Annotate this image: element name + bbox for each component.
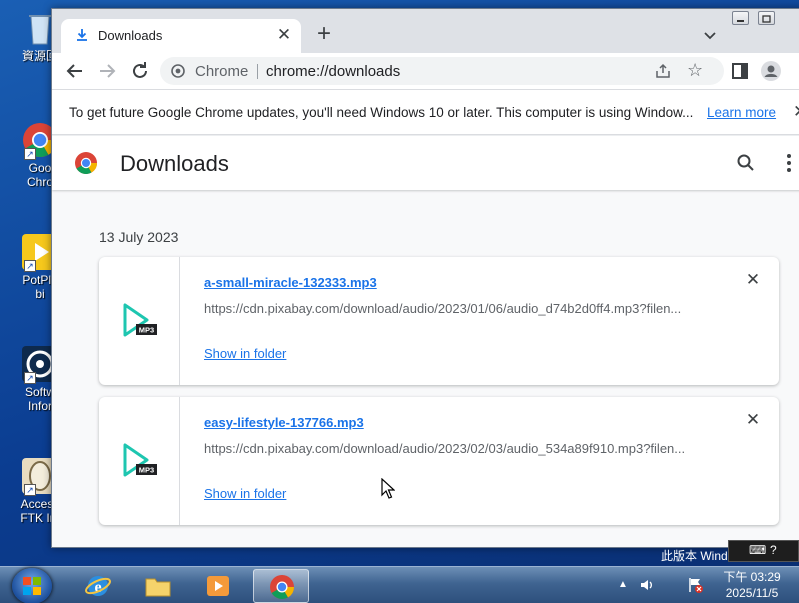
minimize-icon [737, 20, 744, 22]
volume-icon[interactable] [638, 576, 656, 594]
window-caption-buttons [732, 11, 799, 29]
mp3-file-icon: MP3 [123, 303, 157, 337]
mouse-cursor-icon [381, 478, 395, 499]
back-arrow-icon[interactable] [63, 59, 87, 83]
tab-downloads[interactable]: Downloads ✕ [61, 19, 301, 53]
help-icon[interactable]: ? [770, 543, 777, 557]
download-source-url[interactable]: https://cdn.pixabay.com/download/audio/2… [204, 301, 704, 316]
address-bar[interactable]: Chrome chrome://downloads ☆ [160, 57, 724, 85]
show-in-folder-link[interactable]: Show in folder [204, 486, 286, 501]
download-filename-link[interactable]: easy-lifestyle-137766.mp3 [204, 415, 364, 430]
reload-icon[interactable] [128, 59, 152, 83]
chrome-logo-icon [75, 152, 97, 174]
show-in-folder-link[interactable]: Show in folder [204, 346, 286, 361]
search-icon[interactable] [736, 153, 756, 173]
taskbar-explorer[interactable] [130, 569, 186, 603]
taskbar-chrome[interactable] [253, 569, 309, 603]
language-bar: ⌨ ? [728, 540, 799, 562]
update-infobar: To get future Google Chrome updates, you… [52, 89, 799, 135]
start-button[interactable] [12, 568, 52, 603]
profile-avatar-icon[interactable] [759, 59, 783, 83]
remove-download-icon[interactable]: ✕ [744, 411, 762, 429]
page-title: Downloads [120, 151, 229, 176]
chrome-window: Downloads ✕ + Chrome chrome://downloads … [51, 8, 799, 548]
browser-toolbar: Chrome chrome://downloads ☆ [52, 53, 799, 89]
mp3-badge: MP3 [139, 326, 154, 335]
download-item: MP3 easy-lifestyle-137766.mp3 https://cd… [99, 397, 779, 525]
chrome-icon [270, 575, 294, 600]
learn-more-link[interactable]: Learn more [707, 105, 776, 120]
side-panel-icon[interactable] [728, 59, 752, 83]
internet-explorer-icon: e [85, 576, 111, 596]
minimize-button[interactable] [732, 11, 749, 25]
maximize-button[interactable] [758, 11, 775, 25]
bookmark-star-icon[interactable]: ☆ [687, 61, 703, 79]
download-filename-link[interactable]: a-small-miracle-132333.mp3 [204, 275, 377, 290]
download-icon [77, 29, 87, 41]
windows-watermark: 此版本 Wind [661, 549, 728, 563]
folder-icon [145, 578, 171, 597]
shortcut-arrow-icon: ↗ [24, 148, 36, 160]
action-center-flag-icon[interactable] [686, 576, 704, 594]
infobar-message: To get future Google Chrome updates, you… [69, 105, 694, 120]
infobar-close-icon[interactable]: ✕ [793, 102, 799, 122]
mp3-file-icon: MP3 [123, 443, 157, 477]
omnibox-separator [257, 64, 258, 79]
new-tab-button[interactable]: + [312, 22, 336, 47]
download-icon-column: MP3 [99, 397, 180, 525]
download-icon-column: MP3 [99, 257, 180, 385]
download-source-url[interactable]: https://cdn.pixabay.com/download/audio/2… [204, 441, 704, 456]
windows-logo-icon [23, 577, 41, 595]
shortcut-arrow-icon: ↗ [24, 260, 36, 272]
taskbar-internet-explorer[interactable]: e [70, 569, 126, 603]
taskbar-media-player[interactable] [190, 569, 246, 603]
chevron-down-icon[interactable] [700, 25, 720, 45]
mp3-badge: MP3 [139, 466, 154, 475]
clock-date: 2025/11/5 [725, 586, 779, 600]
date-heading: 13 July 2023 [99, 229, 179, 245]
clock-time: 下午 03:29 [723, 570, 781, 584]
downloads-page: Downloads 13 July 2023 MP3 a-small-mirac… [52, 136, 799, 547]
forward-arrow-icon[interactable] [95, 59, 119, 83]
tab-close-icon[interactable]: ✕ [275, 26, 293, 44]
share-icon[interactable] [655, 63, 671, 79]
omnibox-chip: Chrome [195, 63, 249, 80]
maximize-icon [762, 15, 771, 23]
url-text[interactable]: chrome://downloads [266, 63, 400, 80]
keyboard-icon[interactable]: ⌨ [749, 543, 766, 557]
media-player-icon [207, 576, 229, 596]
downloads-header: Downloads [52, 136, 799, 190]
shortcut-arrow-icon: ↗ [24, 484, 36, 496]
remove-download-icon[interactable]: ✕ [744, 271, 762, 289]
chrome-site-icon[interactable] [171, 64, 185, 78]
system-clock[interactable]: 下午 03:29 2025/11/5 [716, 569, 788, 601]
download-item: MP3 a-small-miracle-132333.mp3 https://c… [99, 257, 779, 385]
show-hidden-icons-icon[interactable]: ▲ [618, 579, 628, 590]
taskbar: e ▲ 下午 03:29 2025/11/5 [0, 566, 799, 603]
tab-strip: Downloads ✕ + [52, 9, 799, 53]
tab-title: Downloads [98, 28, 163, 43]
shortcut-arrow-icon: ↗ [24, 372, 36, 384]
more-menu-icon[interactable] [786, 152, 792, 174]
